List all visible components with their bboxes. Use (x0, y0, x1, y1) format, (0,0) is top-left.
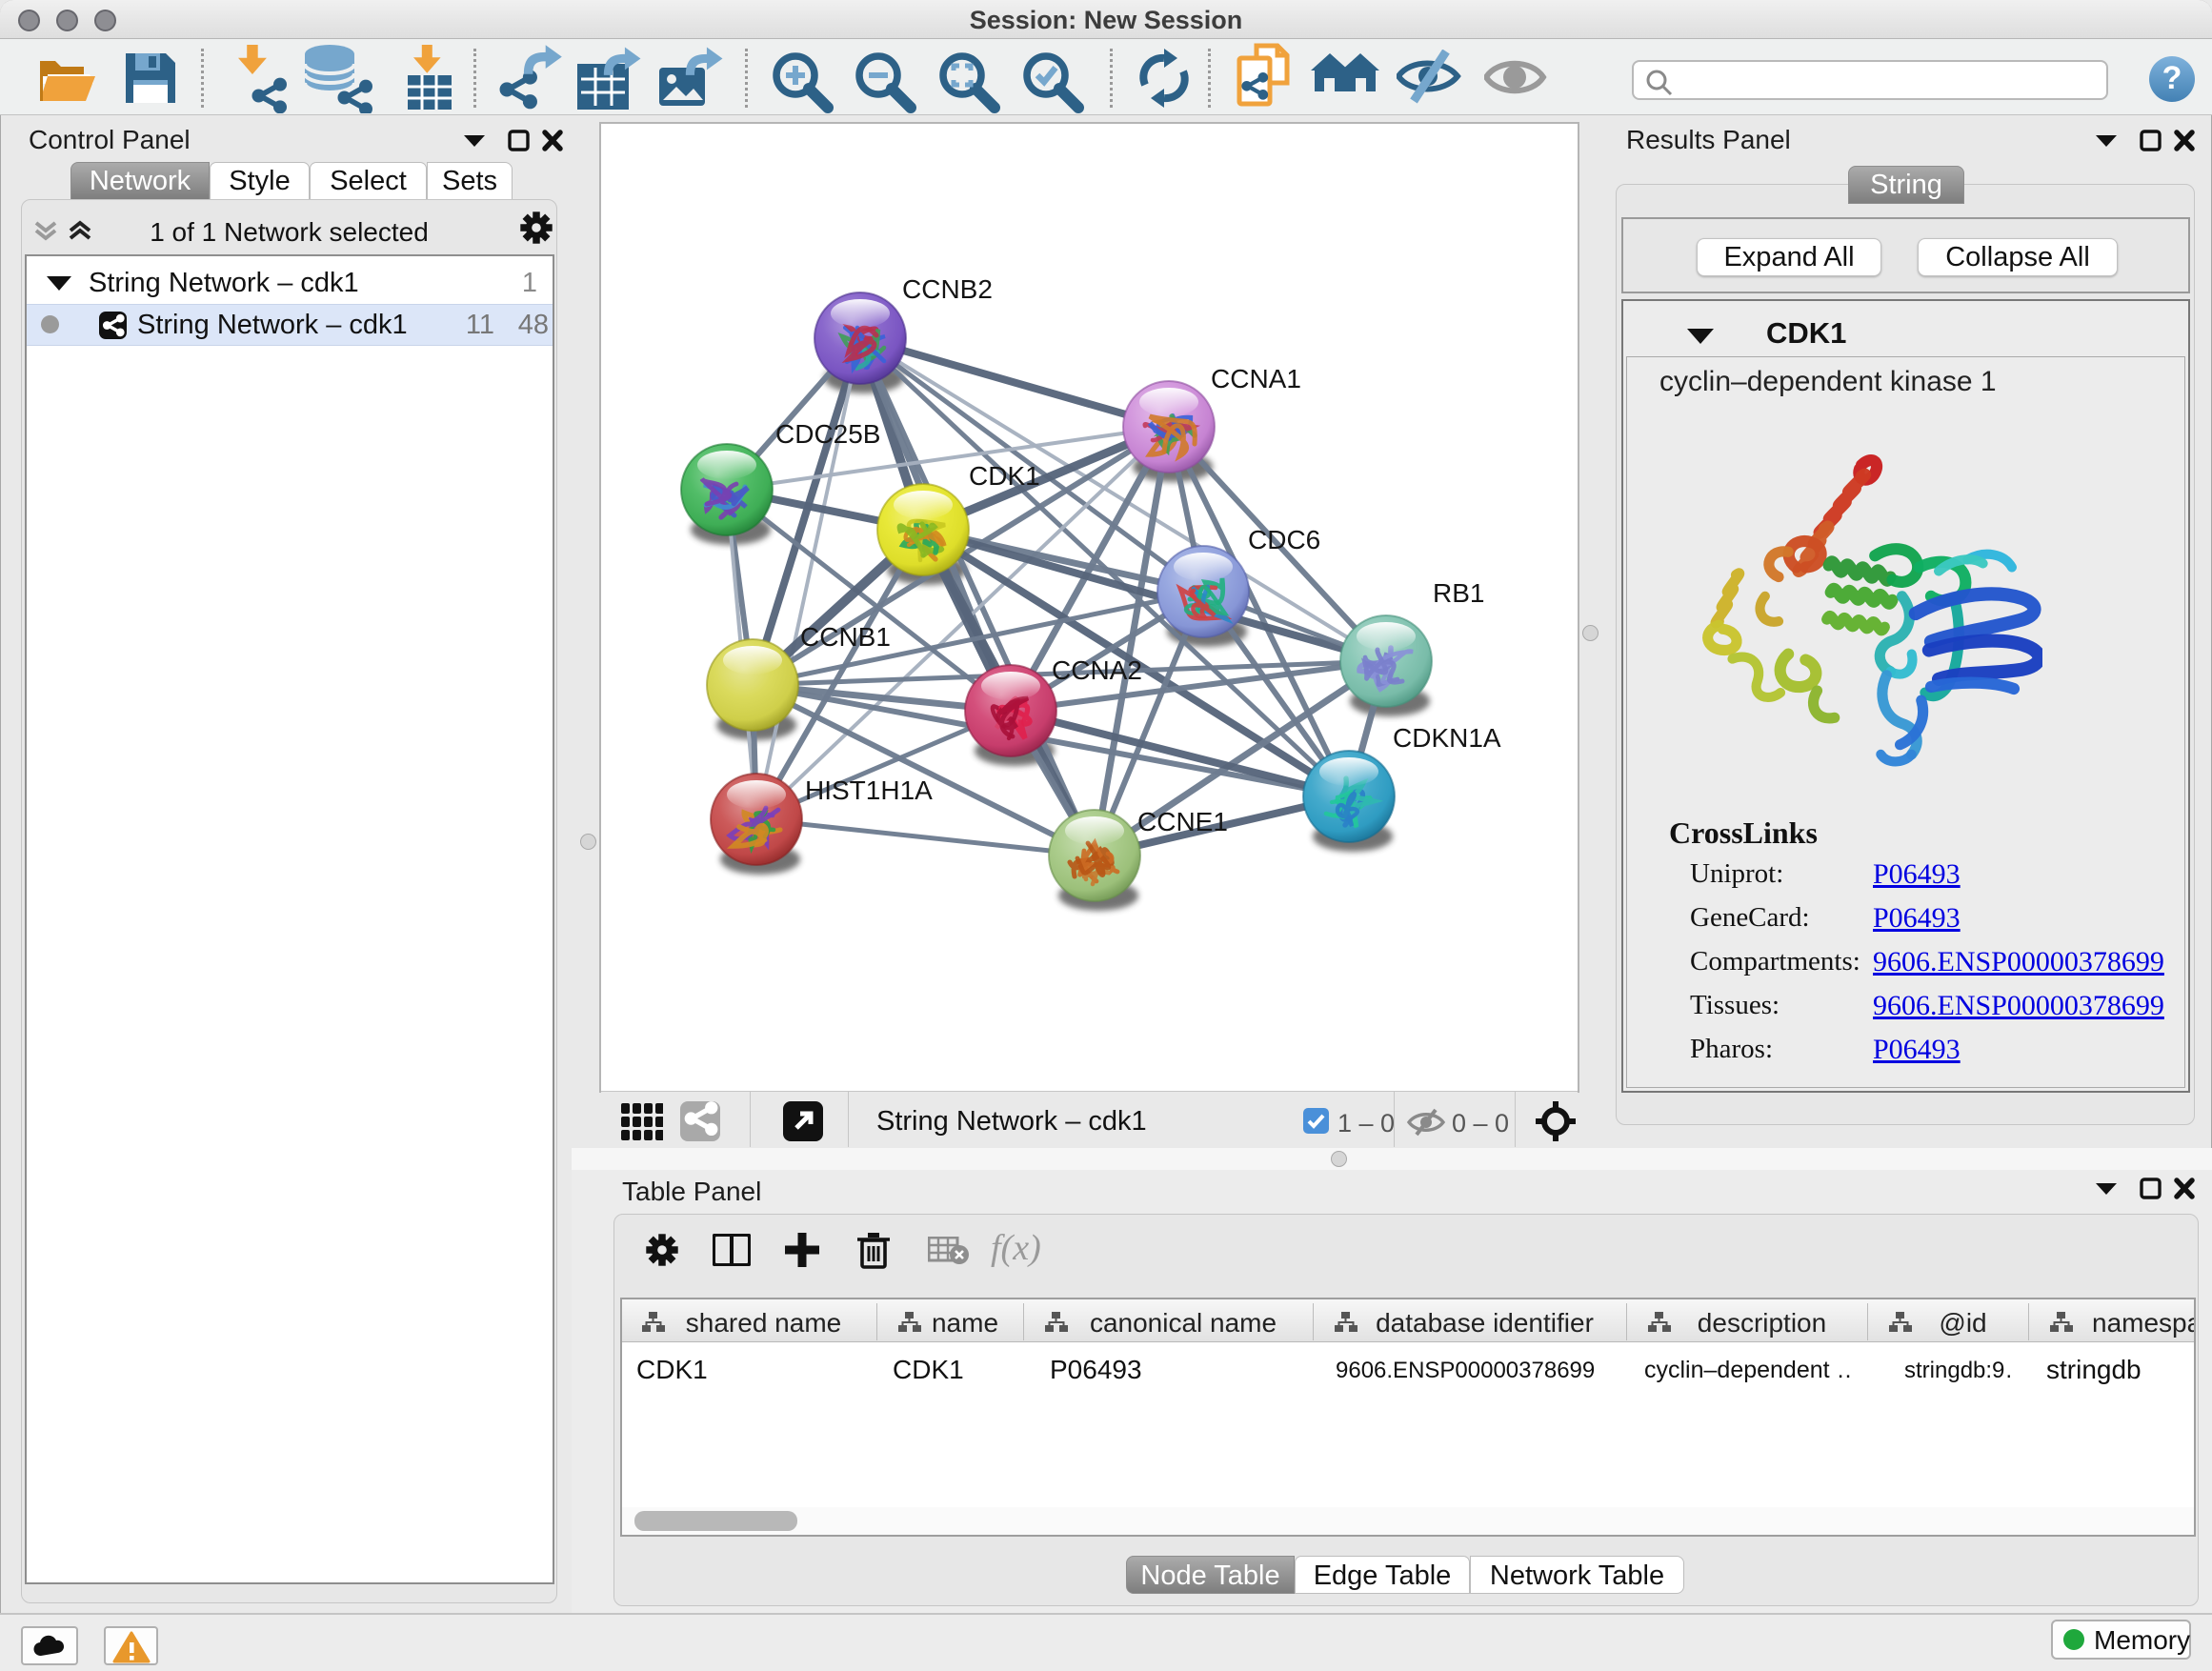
svg-text:HIST1H1A: HIST1H1A (805, 775, 933, 805)
svg-text:CCNB2: CCNB2 (902, 274, 993, 304)
svg-text:CDKN1A: CDKN1A (1393, 723, 1501, 753)
svg-text:CDC6: CDC6 (1248, 525, 1320, 554)
svg-text:CDK1: CDK1 (969, 461, 1040, 491)
svg-text:CCNA2: CCNA2 (1052, 655, 1142, 685)
svg-text:CCNA1: CCNA1 (1211, 364, 1301, 393)
svg-text:CCNE1: CCNE1 (1137, 807, 1228, 836)
svg-text:CDC25B: CDC25B (775, 419, 880, 449)
svg-text:CCNB1: CCNB1 (800, 622, 891, 652)
svg-text:RB1: RB1 (1433, 578, 1484, 608)
